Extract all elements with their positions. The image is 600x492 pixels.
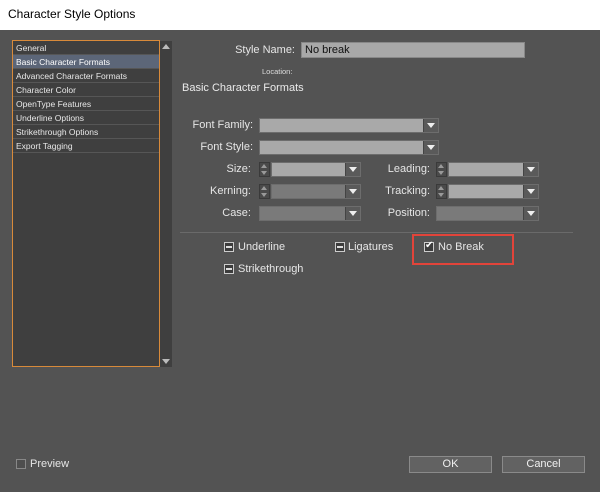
font-family-label: Font Family: [192,119,253,131]
sidebar-item-opentype-features[interactable]: OpenType Features [13,97,159,111]
tracking-stepper[interactable] [436,184,447,199]
ligatures-checkbox[interactable] [335,242,345,252]
stepper-up-icon[interactable] [261,164,267,168]
size-label: Size: [226,163,251,175]
no-break-checkbox[interactable] [424,240,434,252]
chevron-down-icon [427,145,435,150]
ok-button[interactable]: OK [409,456,492,473]
location-label: Location: [262,67,293,76]
category-list-scrollbar[interactable] [160,41,172,367]
sidebar-item-advanced-character-formats[interactable]: Advanced Character Formats [13,69,159,83]
dialog-body: General Basic Character Formats Advanced… [0,30,600,492]
scroll-up-icon[interactable] [162,44,170,49]
section-divider [180,232,573,233]
sidebar-item-basic-character-formats[interactable]: Basic Character Formats [13,55,159,69]
chevron-down-icon [349,189,357,194]
chevron-down-icon [527,167,535,172]
sidebar-item-underline-options[interactable]: Underline Options [13,111,159,125]
stepper-up-icon[interactable] [438,164,444,168]
stepper-up-icon[interactable] [261,186,267,190]
stepper-down-icon[interactable] [438,171,444,175]
position-dropdown[interactable] [436,206,539,221]
case-dropdown[interactable] [259,206,361,221]
strikethrough-label: Strikethrough [238,263,304,275]
chevron-down-icon [527,189,535,194]
stepper-up-icon[interactable] [438,186,444,190]
scroll-down-icon[interactable] [162,359,170,364]
chevron-down-icon [349,211,357,216]
case-label: Case: [222,207,251,219]
preview-label: Preview [30,458,70,470]
tracking-dropdown[interactable] [448,184,539,199]
stepper-down-icon[interactable] [261,171,267,175]
category-list[interactable]: General Basic Character Formats Advanced… [12,40,160,367]
title-bar: Character Style Options [0,0,600,30]
underline-checkbox[interactable] [224,242,234,252]
leading-label: Leading: [387,163,430,175]
kerning-label: Kerning: [210,185,251,197]
kerning-stepper[interactable] [259,184,270,199]
size-stepper[interactable] [259,162,270,177]
sidebar-item-character-color[interactable]: Character Color [13,83,159,97]
strikethrough-checkbox[interactable] [224,264,234,274]
kerning-dropdown[interactable] [271,184,361,199]
style-name-input[interactable]: No break [301,42,525,58]
font-style-label: Font Style: [200,141,253,153]
sidebar-item-strikethrough-options[interactable]: Strikethrough Options [13,125,159,139]
leading-dropdown[interactable] [448,162,539,177]
chevron-down-icon [527,211,535,216]
sidebar-item-export-tagging[interactable]: Export Tagging [13,139,159,153]
leading-stepper[interactable] [436,162,447,177]
ligatures-label: Ligatures [348,241,394,253]
stepper-down-icon[interactable] [261,193,267,197]
chevron-down-icon [427,123,435,128]
stepper-down-icon[interactable] [438,193,444,197]
tracking-label: Tracking: [385,185,430,197]
font-style-dropdown[interactable] [259,140,439,155]
window-title: Character Style Options [8,7,136,21]
chevron-down-icon [349,167,357,172]
sidebar-item-general[interactable]: General [13,41,159,55]
no-break-label: No Break [438,241,484,253]
position-label: Position: [387,207,430,219]
cancel-button[interactable]: Cancel [502,456,585,473]
underline-label: Underline [238,241,286,253]
section-title: Basic Character Formats [182,82,304,94]
size-dropdown[interactable] [271,162,361,177]
preview-checkbox[interactable] [16,459,26,469]
style-name-label: Style Name: [235,44,295,56]
font-family-dropdown[interactable] [259,118,439,133]
